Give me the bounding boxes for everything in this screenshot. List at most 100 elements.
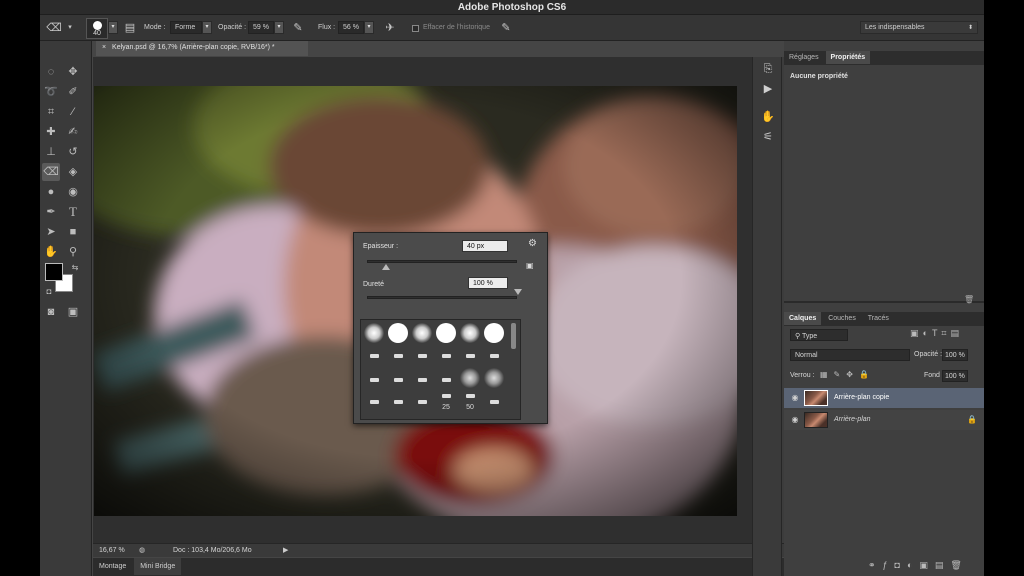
layer-filter-select[interactable]: ⚲ Type — [790, 329, 848, 341]
brush-preset-25[interactable]: 25 — [436, 392, 456, 412]
tab-channels[interactable]: Couches — [823, 312, 861, 325]
layer-name[interactable]: Arrière-plan — [834, 416, 871, 423]
size-input[interactable]: 40 px — [462, 240, 508, 252]
gear-icon[interactable]: ⚙ — [528, 238, 537, 249]
brush-preset-tip[interactable] — [412, 392, 432, 412]
brush-preset-hard-round-2[interactable] — [436, 323, 456, 343]
path-selection-tool-icon[interactable]: ➤ — [42, 223, 60, 241]
new-preset-icon[interactable]: ▣ — [526, 261, 534, 270]
flow-slider-arrow[interactable]: ▾ — [364, 21, 374, 34]
brush-preset-tip[interactable] — [484, 392, 504, 412]
trash-icon[interactable]: 🗑 — [964, 295, 974, 304]
size-slider-thumb[interactable] — [382, 264, 390, 270]
tab-mini-bridge[interactable]: Mini Bridge — [134, 558, 182, 575]
brush-preset-50[interactable]: 50 — [460, 392, 480, 412]
eyedropper-tool-icon[interactable]: ⁄ — [64, 103, 82, 121]
flow-input[interactable]: 56 % — [338, 21, 364, 34]
crop-tool-icon[interactable]: ⌗ — [42, 103, 60, 121]
swap-colors-icon[interactable]: ⇆ — [66, 259, 84, 277]
lock-icons[interactable]: ▦✎✥🔒 — [820, 370, 875, 379]
brush-preset-tip[interactable] — [436, 370, 456, 390]
tab-properties[interactable]: Propriétés — [825, 51, 871, 64]
foreground-color-swatch[interactable] — [45, 263, 63, 281]
type-tool-icon[interactable]: T — [64, 203, 82, 221]
quick-selection-tool-icon[interactable]: ✐ — [64, 83, 82, 101]
opacity-slider-arrow[interactable]: ▾ — [274, 21, 284, 34]
blur-tool-icon[interactable]: ● — [42, 183, 60, 201]
eye-icon[interactable]: ◉ — [790, 393, 800, 403]
tool-presets-panel-icon[interactable]: ✋ — [760, 109, 776, 125]
brush-preset-tip[interactable] — [412, 346, 432, 366]
pressure-opacity-icon[interactable]: ✎ — [290, 20, 306, 36]
healing-brush-tool-icon[interactable]: ✚ — [42, 123, 60, 141]
zoom-level[interactable]: 16,67 % — [99, 547, 125, 554]
layers-footer-icons[interactable]: ⚭ƒ◘◐▣▤🗑 — [868, 560, 969, 571]
default-colors-icon[interactable]: ◘ — [40, 283, 58, 301]
erase-to-history-checkbox[interactable] — [412, 25, 419, 32]
marquee-tool-icon[interactable]: ◌ — [42, 63, 60, 81]
layer-name[interactable]: Arrière-plan copie — [834, 394, 889, 401]
brush-preset-airbrush[interactable] — [460, 368, 480, 388]
history-brush-tool-icon[interactable]: ↺ — [64, 143, 82, 161]
tab-montage[interactable]: Montage — [93, 558, 132, 575]
brush-preset-tip[interactable] — [388, 370, 408, 390]
blend-mode-select[interactable]: Normal — [790, 349, 910, 361]
pen-tool-icon[interactable]: ✒ — [42, 203, 60, 221]
pressure-size-icon[interactable]: ✎ — [498, 20, 514, 36]
brush-preset-airbrush[interactable] — [484, 368, 504, 388]
lasso-tool-icon[interactable]: ➰ — [42, 83, 60, 101]
paint-bucket-tool-icon[interactable]: ◈ — [64, 163, 82, 181]
rectangle-tool-icon[interactable]: ■ — [64, 223, 82, 241]
brush-tool-icon[interactable]: ✍ — [64, 123, 82, 141]
size-slider[interactable] — [367, 260, 517, 270]
status-menu-arrow-icon[interactable]: ▶ — [283, 546, 288, 554]
airbrush-icon[interactable]: ✈ — [382, 20, 398, 36]
presets-scrollbar[interactable] — [511, 323, 516, 349]
hardness-input[interactable]: 100 % — [468, 277, 508, 289]
eye-icon[interactable]: ◉ — [790, 415, 800, 425]
hand-tool-icon[interactable]: ✋ — [42, 243, 60, 261]
fill-input[interactable]: 100 % — [942, 370, 968, 382]
screen-mode-icon[interactable]: ▣ — [64, 303, 82, 321]
brush-preset-soft-round-2[interactable] — [412, 323, 432, 343]
layer-row-background-copy[interactable]: ◉ Arrière-plan copie — [784, 388, 984, 408]
brush-preset-hard-round[interactable] — [388, 323, 408, 343]
brush-panel-icon[interactable]: ⚟ — [760, 129, 776, 145]
layer-row-background[interactable]: ◉ Arrière-plan 🔒 — [784, 410, 984, 430]
clone-stamp-tool-icon[interactable]: ⊥ — [42, 143, 60, 161]
tab-paths[interactable]: Tracés — [863, 312, 894, 325]
brush-preset-tip[interactable] — [412, 370, 432, 390]
opacity-input[interactable]: 59 % — [248, 21, 274, 34]
workspace-switcher[interactable]: Les indispensables ⬍ — [860, 21, 978, 34]
tab-layers[interactable]: Calques — [784, 312, 822, 325]
brush-preset-tip[interactable] — [364, 346, 384, 366]
brush-preset-tip[interactable] — [364, 370, 384, 390]
move-tool-icon[interactable]: ✥ — [64, 63, 82, 81]
history-panel-icon[interactable]: ⎘ — [760, 61, 776, 77]
brush-preset-tip[interactable] — [364, 392, 384, 412]
eraser-tool-icon[interactable]: ⌫ — [46, 20, 62, 36]
brush-preset-tip[interactable] — [460, 346, 480, 366]
layer-opacity-input[interactable]: 100 % — [942, 349, 968, 361]
brush-preset-hard-round-3[interactable] — [484, 323, 504, 343]
document-tab[interactable]: × Kelyan.psd @ 16,7% (Arrière-plan copie… — [96, 41, 308, 56]
mode-select[interactable]: Forme — [170, 21, 202, 34]
eraser-tool-button[interactable]: ⌫ — [42, 163, 60, 181]
brush-preset-arrow[interactable]: ▾ — [108, 21, 118, 34]
close-icon[interactable]: × — [102, 44, 106, 51]
hardness-slider-thumb[interactable] — [514, 289, 522, 295]
dodge-tool-icon[interactable]: ◉ — [64, 183, 82, 201]
tab-adjustments[interactable]: Réglages — [784, 51, 824, 64]
brush-preset-picker[interactable]: 40 — [86, 18, 108, 39]
filter-icons[interactable]: ▣◐T⌗▤ — [910, 328, 963, 339]
brush-preset-tip[interactable] — [388, 392, 408, 412]
brush-preset-soft-round-3[interactable] — [460, 323, 480, 343]
mode-select-arrow[interactable]: ▾ — [202, 21, 212, 34]
status-info-icon[interactable]: ◍ — [139, 546, 145, 554]
brush-preset-tip[interactable] — [436, 346, 456, 366]
tool-preset-dropdown-icon[interactable]: ▾ — [62, 20, 78, 36]
brush-panel-toggle-icon[interactable]: ▤ — [122, 20, 138, 36]
hardness-slider[interactable] — [367, 289, 522, 299]
brush-preset-tip[interactable] — [484, 346, 504, 366]
actions-panel-icon[interactable]: ▶ — [760, 81, 776, 97]
